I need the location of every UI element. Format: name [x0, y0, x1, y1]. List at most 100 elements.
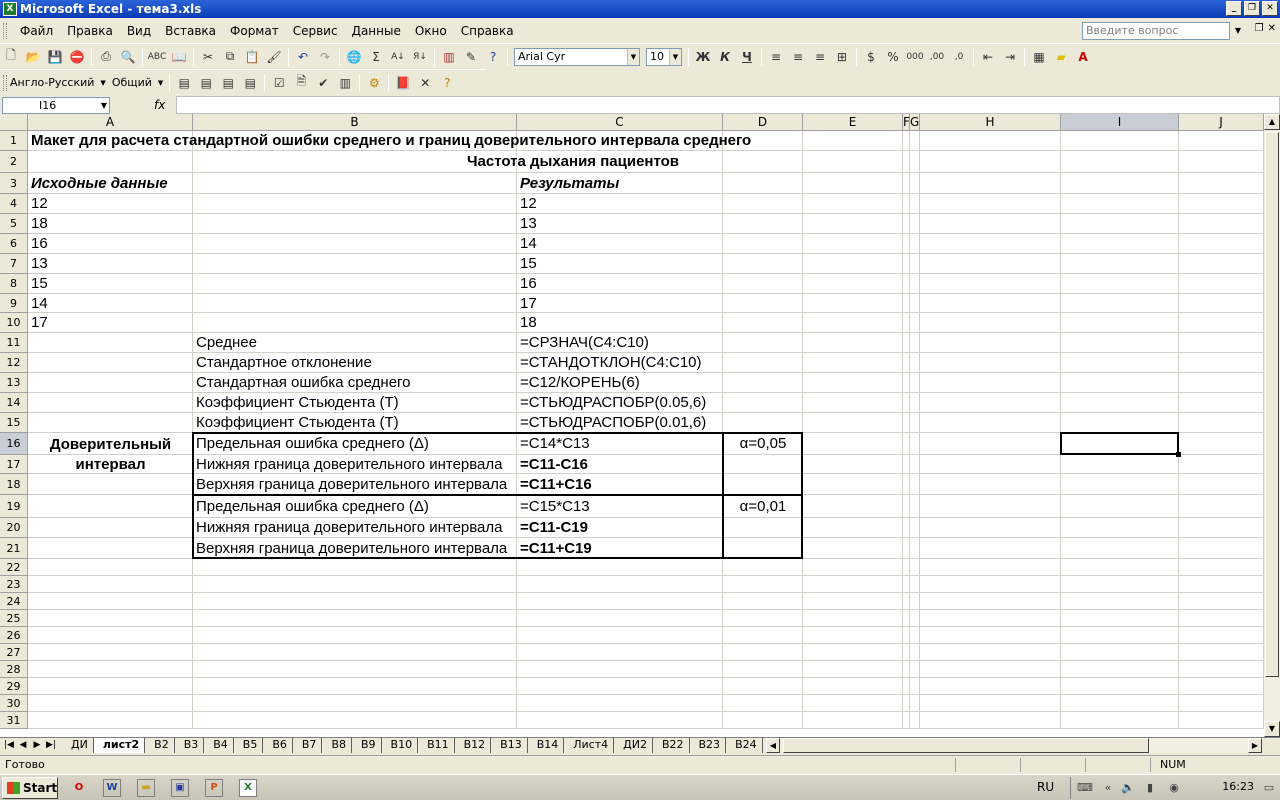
- translate-dropdown[interactable]: Англо-Русский: [7, 76, 97, 89]
- help-icon[interactable]: ?: [436, 72, 458, 94]
- row-header-4[interactable]: 4: [0, 194, 28, 214]
- row-header-30[interactable]: 30: [0, 695, 28, 712]
- sheet-tab[interactable]: В4: [204, 738, 234, 753]
- row-header-1[interactable]: 1: [0, 131, 28, 151]
- row-header-12[interactable]: 12: [0, 353, 28, 373]
- row-header-13[interactable]: 13: [0, 373, 28, 393]
- scroll-up-icon[interactable]: ▲: [1264, 114, 1280, 130]
- report-icon[interactable]: ▥: [334, 72, 356, 94]
- column-header-a[interactable]: A: [28, 114, 193, 131]
- document-icon[interactable]: 🗎: [290, 72, 312, 94]
- form-icon[interactable]: ▤: [173, 72, 195, 94]
- row-header-2[interactable]: 2: [0, 151, 28, 173]
- row-header-21[interactable]: 21: [0, 538, 28, 559]
- excel-taskbar-icon[interactable]: X: [239, 779, 257, 797]
- font-size-combo[interactable]: 10 ▼: [646, 47, 682, 66]
- doc-restore-icon[interactable]: ❐: [1255, 23, 1264, 34]
- horizontal-scroll-thumb[interactable]: [783, 738, 1149, 753]
- cell-a9[interactable]: 14: [28, 294, 193, 313]
- close-button[interactable]: ✕: [1262, 1, 1278, 16]
- sheet-tab[interactable]: В13: [491, 738, 528, 753]
- excel-app-icon[interactable]: X: [3, 2, 17, 16]
- column-header-b[interactable]: B: [193, 114, 517, 131]
- merge-center-icon[interactable]: ⊞: [831, 46, 853, 68]
- permission-icon[interactable]: ⛔: [66, 46, 88, 68]
- cell-b11[interactable]: Среднее: [193, 333, 517, 353]
- vertical-scrollbar[interactable]: ▲ ▼: [1264, 114, 1280, 737]
- currency-button[interactable]: $: [860, 46, 882, 68]
- row-header-22[interactable]: 22: [0, 559, 28, 576]
- chevron-down-icon[interactable]: ▼: [627, 48, 639, 65]
- cell-c10[interactable]: 18: [517, 313, 723, 333]
- cell-c12[interactable]: =СТАНДОТКЛОН(C4:C10): [517, 353, 727, 373]
- sheet-tab[interactable]: В7: [292, 738, 323, 753]
- row-header-14[interactable]: 14: [0, 393, 28, 413]
- word-icon[interactable]: W: [103, 779, 121, 797]
- column-header-j[interactable]: J: [1179, 114, 1264, 131]
- prev-sheet-icon[interactable]: ◀: [16, 738, 30, 753]
- open-folder-icon[interactable]: 📂: [22, 46, 44, 68]
- align-left-icon[interactable]: ≡: [765, 46, 787, 68]
- sheet-tab[interactable]: В10: [381, 738, 419, 753]
- show-desktop-icon[interactable]: ▭: [1262, 781, 1276, 795]
- expand-tray-icon[interactable]: «: [1101, 781, 1115, 795]
- chevron-down-icon[interactable]: ▼: [1235, 23, 1241, 39]
- form-icon[interactable]: ▤: [195, 72, 217, 94]
- chevron-down-icon[interactable]: ▼: [97, 79, 108, 87]
- macro-icon[interactable]: ⚙: [363, 72, 385, 94]
- row-header-24[interactable]: 24: [0, 593, 28, 610]
- minimize-button[interactable]: _: [1226, 1, 1242, 16]
- row-header-11[interactable]: 11: [0, 333, 28, 353]
- cell-a8[interactable]: 15: [28, 274, 193, 294]
- first-sheet-icon[interactable]: |◀: [2, 738, 16, 753]
- cell-a6[interactable]: 16: [28, 234, 193, 254]
- network-icon[interactable]: ▮: [1143, 781, 1157, 795]
- opera-icon[interactable]: O: [70, 779, 88, 797]
- book-icon[interactable]: 📕: [392, 72, 414, 94]
- sheet-tab[interactable]: В8: [322, 738, 352, 753]
- cell-c4[interactable]: 12: [517, 194, 723, 214]
- research-icon[interactable]: 📖: [168, 46, 190, 68]
- column-header-c[interactable]: C: [517, 114, 723, 131]
- cell-c14[interactable]: =СТЬЮДРАСПОБР(0.05,6): [517, 393, 727, 413]
- menu-data[interactable]: Данные: [345, 22, 408, 40]
- chevron-down-icon[interactable]: ▼: [669, 48, 681, 65]
- thousands-button[interactable]: 000: [904, 46, 926, 68]
- row-header-8[interactable]: 8: [0, 274, 28, 294]
- sheet-tab[interactable]: Лист4: [564, 738, 615, 753]
- hyperlink-icon[interactable]: 🌐: [343, 46, 365, 68]
- sort-ascending-icon[interactable]: A↓: [387, 46, 409, 68]
- menu-file[interactable]: Файл: [13, 22, 60, 40]
- cell-c15[interactable]: =СТЬЮДРАСПОБР(0.01,6): [517, 413, 727, 433]
- cell-c13[interactable]: =C12/КОРЕНЬ(6): [517, 373, 727, 393]
- select-all-corner[interactable]: [0, 114, 28, 131]
- sheet-tab[interactable]: В22: [652, 738, 690, 753]
- row-header-18[interactable]: 18: [0, 474, 28, 495]
- cell-c7[interactable]: 15: [517, 254, 723, 274]
- cell-a4[interactable]: 12: [28, 194, 193, 214]
- cell-c11[interactable]: =СРЗНАЧ(C4:C10): [517, 333, 727, 353]
- cell-b12[interactable]: Стандартное отклонение: [193, 353, 517, 373]
- cell-c6[interactable]: 14: [517, 234, 723, 254]
- doc-close-icon[interactable]: ✕: [1268, 23, 1276, 34]
- sheet-tab[interactable]: ДИ: [62, 738, 94, 753]
- row-header-15[interactable]: 15: [0, 413, 28, 433]
- cell-b2[interactable]: Частота дыхания пациентов: [423, 151, 723, 173]
- menu-window[interactable]: Окно: [408, 22, 454, 40]
- sheet-tab[interactable]: лист2: [93, 738, 146, 753]
- row-header-29[interactable]: 29: [0, 678, 28, 695]
- next-sheet-icon[interactable]: ▶: [30, 738, 44, 753]
- row-header-17[interactable]: 17: [0, 455, 28, 474]
- row-header-5[interactable]: 5: [0, 214, 28, 234]
- row-header-28[interactable]: 28: [0, 661, 28, 678]
- cell-c5[interactable]: 13: [517, 214, 723, 234]
- column-header-g[interactable]: G: [910, 114, 920, 131]
- sheet-tab[interactable]: В6: [263, 738, 293, 753]
- scroll-left-icon[interactable]: ◀: [766, 738, 780, 753]
- percent-button[interactable]: %: [882, 46, 904, 68]
- row-header-6[interactable]: 6: [0, 234, 28, 254]
- row-header-10[interactable]: 10: [0, 313, 28, 333]
- powerpoint-icon[interactable]: P: [205, 779, 223, 797]
- row-header-20[interactable]: 20: [0, 518, 28, 538]
- language-indicator[interactable]: RU: [1037, 780, 1054, 794]
